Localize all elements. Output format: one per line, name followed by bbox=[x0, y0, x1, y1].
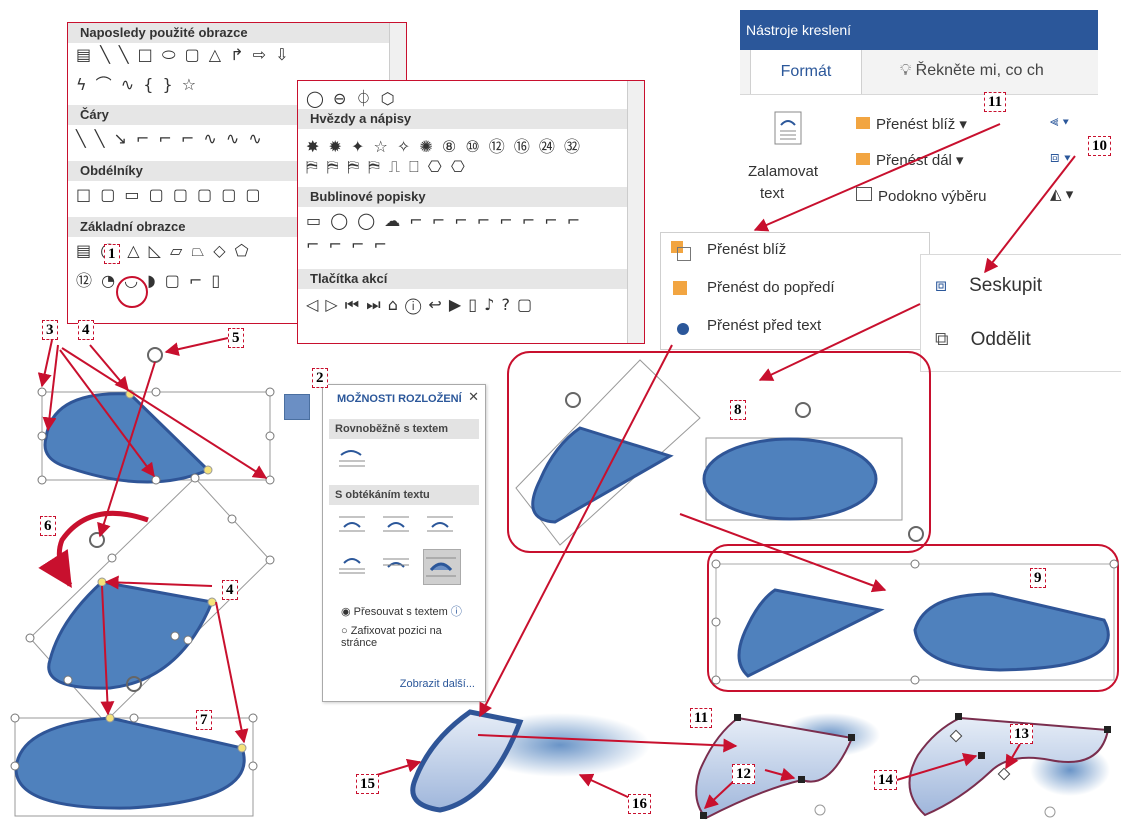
callout-9: 9 bbox=[1030, 568, 1046, 588]
callout-8: 8 bbox=[730, 400, 746, 420]
callout-14: 14 bbox=[874, 770, 897, 790]
callout-6: 6 bbox=[40, 516, 56, 536]
callout-16: 16 bbox=[628, 794, 651, 814]
shape-teardrop-rotated[interactable] bbox=[25, 473, 275, 727]
callout-13: 13 bbox=[1010, 724, 1033, 744]
callout-11b: 11 bbox=[690, 708, 713, 728]
rotate-handle-icon bbox=[795, 402, 811, 418]
callout-5: 5 bbox=[228, 328, 244, 348]
callout-3: 3 bbox=[42, 320, 58, 340]
callout-7: 7 bbox=[196, 710, 212, 730]
callout-11: 11 bbox=[984, 92, 1007, 112]
callout-15: 15 bbox=[356, 774, 379, 794]
illustration-layer bbox=[10, 123, 1119, 820]
shape-glow-edit[interactable] bbox=[410, 709, 1111, 820]
rotate-handle-icon bbox=[908, 526, 924, 542]
callout-10: 10 bbox=[1088, 136, 1111, 156]
rotate-handle-icon bbox=[147, 347, 163, 363]
shapes-group-before[interactable] bbox=[507, 351, 931, 553]
shapes-group-after[interactable] bbox=[707, 544, 1119, 692]
callout-4b: 4 bbox=[222, 580, 238, 600]
callout-2: 2 bbox=[312, 368, 328, 388]
rotate-handle-icon bbox=[565, 392, 581, 408]
callout-12: 12 bbox=[732, 764, 755, 784]
rotate-handle-icon bbox=[89, 532, 105, 548]
callout-4: 4 bbox=[78, 320, 94, 340]
shape-ellipse[interactable] bbox=[10, 676, 258, 817]
selected-shape-highlight-icon bbox=[116, 276, 148, 308]
callout-1: 1 bbox=[104, 244, 120, 264]
